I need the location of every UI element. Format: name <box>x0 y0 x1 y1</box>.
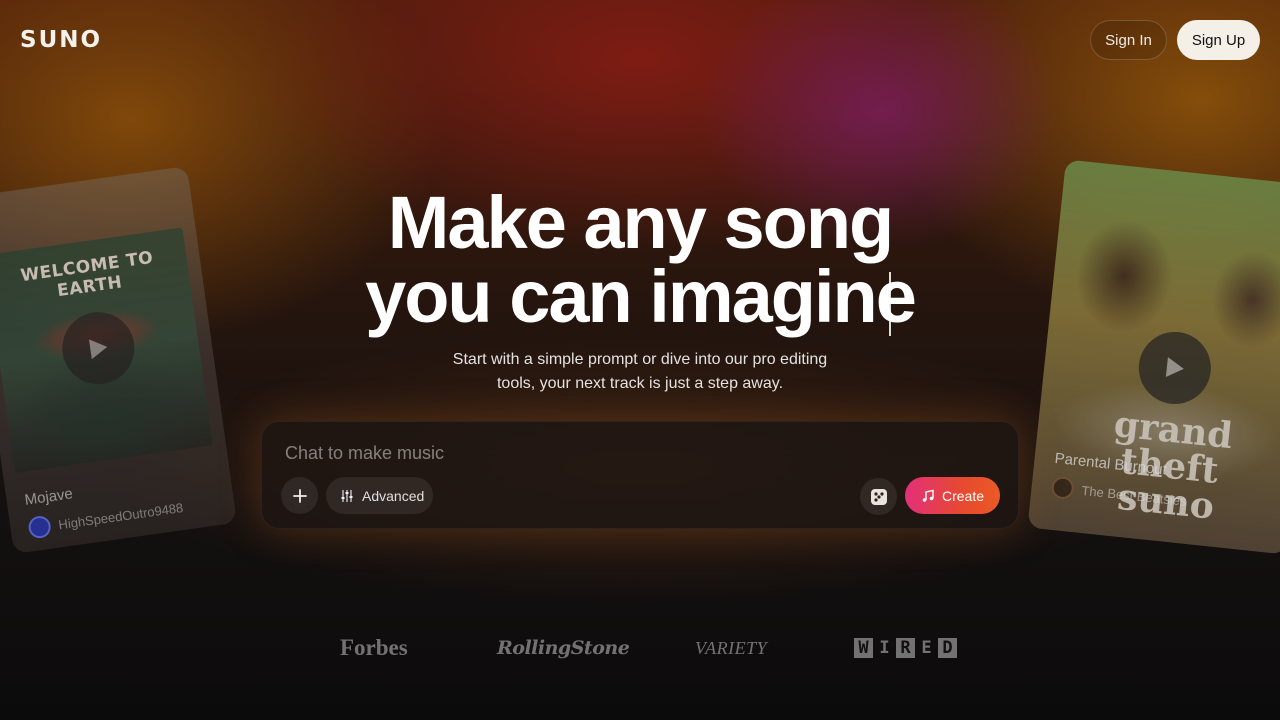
play-icon <box>1165 357 1184 378</box>
hero-heading-line-1: Make any song <box>387 181 895 264</box>
top-nav: SUNO Sign In Sign Up <box>0 0 1280 80</box>
album-art: WELCOME TO EARTH <box>0 227 213 474</box>
wired-letter: D <box>938 638 957 658</box>
wired-letter: E <box>921 638 932 658</box>
hero-heading: Make any song you can imagine <box>340 186 940 334</box>
wired-letter: I <box>879 638 890 658</box>
avatar <box>27 514 53 540</box>
rolling-stone-logo: RollingStone <box>497 637 630 659</box>
chat-prompt-input[interactable] <box>285 440 885 466</box>
wired-letter: W <box>854 638 873 658</box>
song-title[interactable]: Mojave <box>24 485 74 509</box>
hero-heading-line-2: you can imagine <box>365 255 917 338</box>
play-icon <box>89 339 108 360</box>
advanced-button[interactable]: Advanced <box>326 477 433 514</box>
music-note-icon <box>922 489 934 502</box>
sign-in-button[interactable]: Sign In <box>1090 20 1167 60</box>
wired-logo: W I R E D <box>854 632 957 664</box>
sign-up-button[interactable]: Sign Up <box>1177 20 1260 60</box>
wired-letter: R <box>896 638 915 658</box>
dice-icon <box>870 488 887 505</box>
album-art-text: WELCOME TO EARTH <box>19 247 155 302</box>
forbes-logo: Forbes <box>340 635 408 660</box>
create-button[interactable]: Create <box>905 477 1000 514</box>
plus-icon <box>292 488 307 503</box>
add-button[interactable] <box>281 477 318 514</box>
suno-logo[interactable]: SUNO <box>20 27 102 53</box>
random-prompt-button[interactable] <box>860 478 897 515</box>
create-label: Create <box>941 487 985 504</box>
sliders-icon <box>341 489 353 502</box>
typing-caret <box>889 272 891 336</box>
advanced-label: Advanced <box>362 487 425 504</box>
hero-subtitle-line-2: tools, your next track is just a step aw… <box>496 375 784 392</box>
prompt-box: Advanced Create <box>261 421 1019 529</box>
featured-song-card-right[interactable]: grand theft suno Parental Burnout The Be… <box>1027 159 1280 555</box>
artist-name[interactable]: HighSpeedOutro9488 <box>57 500 184 532</box>
variety-logo: VARIETY <box>695 637 768 658</box>
hero-subtitle-line-1: Start with a simple prompt or dive into … <box>452 351 828 368</box>
avatar <box>1050 475 1075 500</box>
play-button[interactable] <box>57 307 139 389</box>
hero-subtitle: Start with a simple prompt or dive into … <box>420 348 860 396</box>
